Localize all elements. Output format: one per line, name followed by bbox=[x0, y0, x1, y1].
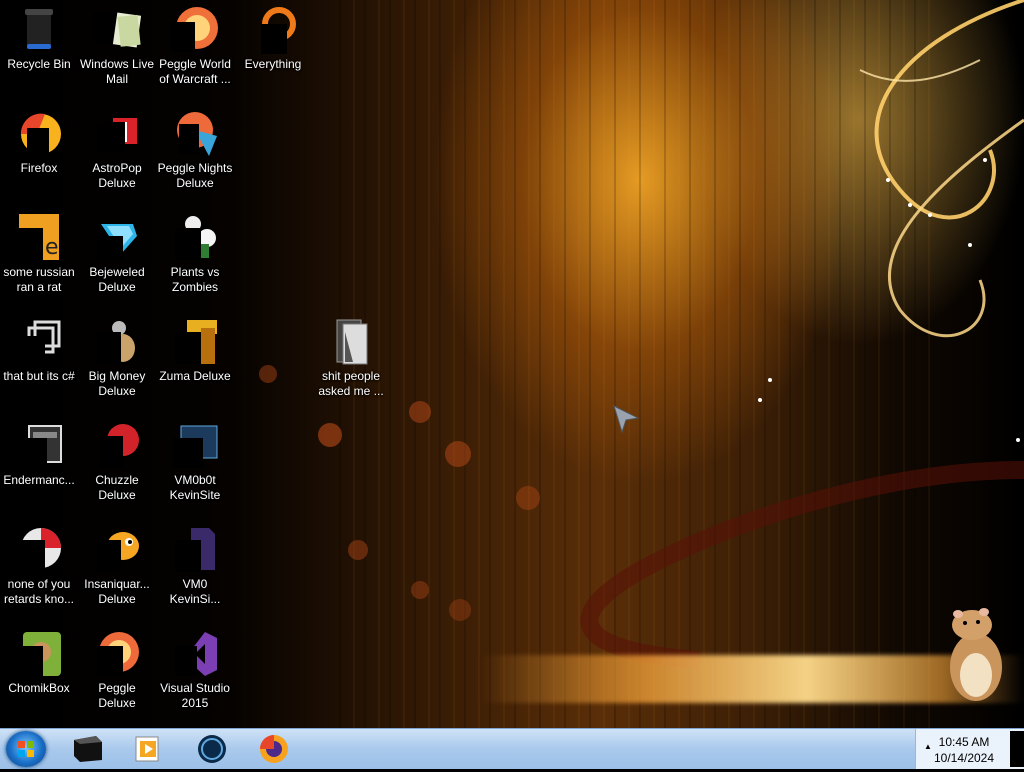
taskbar-firefox[interactable] bbox=[252, 732, 296, 766]
app-icon bbox=[15, 422, 63, 470]
mouse-cursor-icon bbox=[613, 405, 640, 434]
desktop-icon-label: that but its c# bbox=[3, 369, 75, 383]
desktop-icon-label: Firefox bbox=[20, 161, 58, 175]
peggle-icon bbox=[93, 630, 141, 678]
desktop-icon-label: Recycle Bin bbox=[7, 57, 71, 71]
desktop-icon-windows-live-mail[interactable]: Windows Live Mail bbox=[78, 6, 156, 87]
desktop-icon-astropop[interactable]: AstroPop Deluxe bbox=[78, 110, 156, 191]
desktop-icon-insaniquarium[interactable]: Insaniquar... Deluxe bbox=[78, 526, 156, 607]
desktop-icon-russian-rat[interactable]: e some russian ran a rat bbox=[0, 214, 78, 295]
desktop-icon-chuzzle[interactable]: Chuzzle Deluxe bbox=[78, 422, 156, 503]
desktop-icon-peggle-deluxe[interactable]: Peggle Deluxe bbox=[78, 630, 156, 711]
money-icon bbox=[93, 318, 141, 366]
taskbar: ▲ 10:45 AM 10/14/2024 bbox=[0, 728, 1024, 769]
system-tray: ▲ 10:45 AM 10/14/2024 bbox=[915, 729, 1024, 769]
desktop-icon-zuma[interactable]: Zuma Deluxe bbox=[156, 318, 234, 384]
desktop-icon-none-of-you[interactable]: none of you retards kno... bbox=[0, 526, 78, 607]
terminal-icon bbox=[74, 736, 102, 762]
fish-icon bbox=[93, 526, 141, 574]
desktop-icon-that-but-csharp[interactable]: that but its c# bbox=[0, 318, 78, 384]
chomikbox-icon bbox=[15, 630, 63, 678]
taskbar-command-prompt[interactable] bbox=[66, 732, 110, 766]
desktop-icon-peggle-nights[interactable]: Peggle Nights Deluxe bbox=[156, 110, 234, 191]
visual-studio-icon bbox=[171, 630, 219, 678]
desktop-icon-label: ChomikBox bbox=[8, 681, 70, 695]
file-icon bbox=[171, 526, 219, 574]
astropop-icon bbox=[93, 110, 141, 158]
desktop-icon-bejeweled[interactable]: Bejeweled Deluxe bbox=[78, 214, 156, 295]
desktop-icon-label: Zuma Deluxe bbox=[159, 369, 231, 383]
desktop-icon-folder[interactable]: shit people asked me ... bbox=[312, 318, 390, 399]
desktop-icon-label: Visual Studio 2015 bbox=[160, 681, 230, 710]
desktop-icon-label: shit people asked me ... bbox=[318, 369, 384, 398]
desktop-icon-everything[interactable]: Everything bbox=[234, 6, 312, 72]
recycle-bin-icon bbox=[15, 6, 63, 54]
peggle-icon bbox=[171, 110, 219, 158]
globe-icon bbox=[198, 735, 226, 763]
folder-icon bbox=[327, 318, 375, 366]
desktop-icon-label: Insaniquar... Deluxe bbox=[84, 577, 150, 606]
plant-icon bbox=[171, 214, 219, 262]
desktop-icon-firefox[interactable]: Firefox bbox=[0, 110, 78, 176]
clock-time[interactable]: 10:45 AM bbox=[924, 735, 1004, 749]
firefox-icon bbox=[260, 735, 288, 763]
taskbar-globe[interactable] bbox=[190, 732, 234, 766]
media-player-icon bbox=[135, 736, 159, 762]
desktop-icon-label: Peggle Nights Deluxe bbox=[157, 161, 233, 190]
desktop-icon-chomikbox[interactable]: ChomikBox bbox=[0, 630, 78, 696]
desktop-icon-label: Plants vs Zombies bbox=[170, 265, 220, 294]
desktop-icon-label: some russian ran a rat bbox=[3, 265, 75, 294]
desktop-icon-label: Big Money Deluxe bbox=[88, 369, 146, 398]
start-button[interactable] bbox=[6, 731, 46, 767]
clock-date[interactable]: 10/14/2024 bbox=[924, 751, 1004, 765]
desktop-icon-label: VM0 KevinSi... bbox=[169, 577, 221, 606]
app-icon bbox=[171, 422, 219, 470]
peggle-icon bbox=[171, 6, 219, 54]
desktop-icon-label: VM0b0t KevinSite bbox=[169, 473, 221, 502]
desktop-icon-label: none of you retards kno... bbox=[3, 577, 75, 606]
chuzzle-icon bbox=[93, 422, 141, 470]
hamster-gadget bbox=[950, 608, 1002, 701]
svg-text:e: e bbox=[45, 235, 59, 260]
search-icon bbox=[249, 6, 297, 54]
windows-icon bbox=[15, 318, 63, 366]
app-icon: e bbox=[15, 214, 63, 262]
desktop[interactable]: Recycle Bin Windows Live Mail Peggle Wor… bbox=[0, 0, 1024, 728]
desktop-icon-plants-vs-zombies[interactable]: Plants vs Zombies bbox=[156, 214, 234, 295]
desktop-icon-label: Chuzzle Deluxe bbox=[95, 473, 139, 502]
show-desktop-button[interactable] bbox=[1010, 731, 1024, 767]
desktop-icon-label: Peggle World of Warcraft ... bbox=[159, 57, 231, 86]
desktop-icon-vm0b0t[interactable]: VM0b0t KevinSite bbox=[156, 422, 234, 503]
desktop-icon-endermanch[interactable]: Endermanc... bbox=[0, 422, 78, 488]
app-icon bbox=[15, 526, 63, 574]
taskbar-media-player[interactable] bbox=[126, 732, 170, 766]
desktop-icon-peggle-wow[interactable]: Peggle World of Warcraft ... bbox=[156, 6, 234, 87]
firefox-icon bbox=[15, 110, 63, 158]
desktop-icon-label: Everything bbox=[244, 57, 302, 71]
windows-logo-icon bbox=[18, 741, 34, 757]
desktop-icon-vm0-kevinsite[interactable]: VM0 KevinSi... bbox=[156, 526, 234, 607]
gem-icon bbox=[93, 214, 141, 262]
desktop-icon-label: Endermanc... bbox=[3, 473, 75, 487]
desktop-icon-visual-studio[interactable]: Visual Studio 2015 bbox=[156, 630, 234, 711]
desktop-icon-label: Bejeweled Deluxe bbox=[89, 265, 145, 294]
mail-icon bbox=[93, 6, 142, 54]
desktop-icon-recycle-bin[interactable]: Recycle Bin bbox=[0, 6, 78, 72]
desktop-icon-label: Windows Live Mail bbox=[79, 57, 155, 86]
zuma-icon bbox=[171, 318, 219, 366]
desktop-icon-label: Peggle Deluxe bbox=[98, 681, 136, 710]
desktop-icon-label: AstroPop Deluxe bbox=[92, 161, 142, 190]
desktop-icon-big-money[interactable]: Big Money Deluxe bbox=[78, 318, 156, 399]
